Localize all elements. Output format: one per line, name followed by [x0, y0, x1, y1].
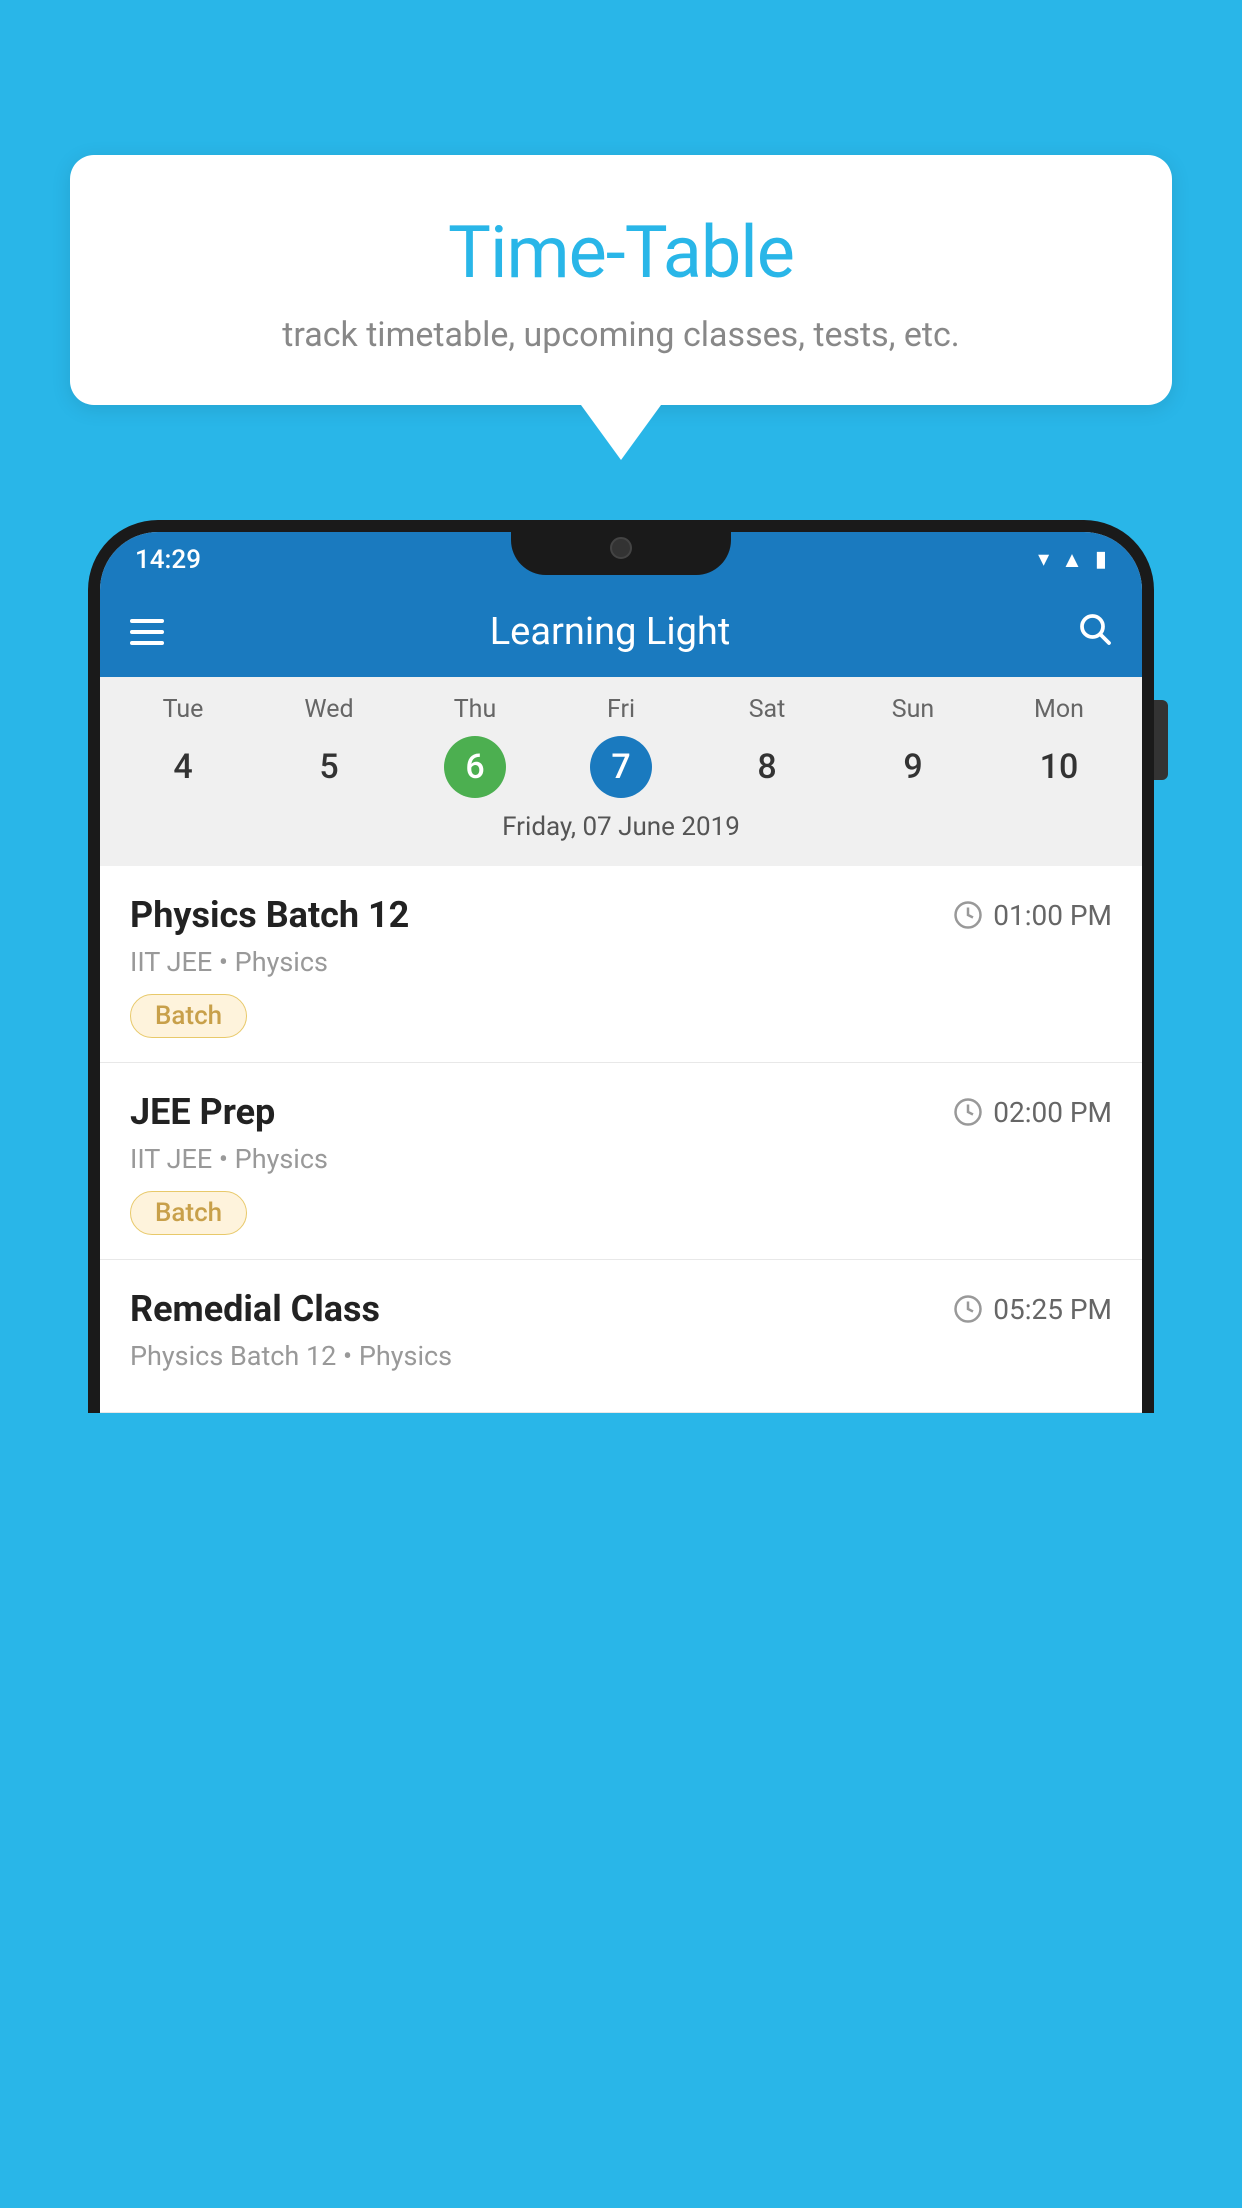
- day-number: 4: [152, 736, 214, 798]
- calendar-header: Tue 4 Wed 5 Thu 6 Fri 7 Sat 8 Sun 9 Mon 10 Friday, 07…: [100, 677, 1142, 866]
- day-col[interactable]: Mon 10: [1019, 695, 1099, 798]
- schedule-item-title: Physics Batch 12: [130, 894, 409, 936]
- schedule-list: Physics Batch 12 01:00 PM IIT JEE • Physic…: [100, 866, 1142, 1413]
- day-col[interactable]: Tue 4: [143, 695, 223, 798]
- status-icons: ▾ ▲ ▮: [1038, 547, 1107, 573]
- schedule-item-subtitle: IIT JEE • Physics: [130, 1143, 1112, 1175]
- speech-bubble-tail: [581, 405, 661, 460]
- day-name: Mon: [1034, 695, 1084, 724]
- day-number: 6: [444, 736, 506, 798]
- schedule-item-header: Physics Batch 12 01:00 PM: [130, 894, 1112, 936]
- app-title: Learning Light: [164, 610, 1056, 654]
- schedule-item[interactable]: JEE Prep 02:00 PM IIT JEE • Physics Batch: [100, 1063, 1142, 1260]
- signal-icon: ▲: [1061, 547, 1083, 573]
- clock-icon: [953, 900, 983, 930]
- day-col[interactable]: Wed 5: [289, 695, 369, 798]
- day-col[interactable]: Fri 7: [581, 695, 661, 798]
- day-name: Thu: [454, 695, 496, 724]
- schedule-item-time: 05:25 PM: [953, 1293, 1112, 1326]
- day-col[interactable]: Thu 6: [435, 695, 515, 798]
- day-name: Fri: [607, 695, 635, 724]
- schedule-item[interactable]: Remedial Class 05:25 PM Physics Batch 12 •…: [100, 1260, 1142, 1413]
- speech-bubble-container: Time-Table track timetable, upcoming cla…: [70, 155, 1172, 460]
- schedule-item[interactable]: Physics Batch 12 01:00 PM IIT JEE • Physic…: [100, 866, 1142, 1063]
- day-name: Wed: [304, 695, 353, 724]
- hamburger-line-3: [130, 641, 164, 645]
- time-text: 02:00 PM: [993, 1096, 1112, 1129]
- hamburger-line-1: [130, 619, 164, 623]
- phone-frame: 14:29 ▾ ▲ ▮ Learning Light: [88, 520, 1154, 1413]
- schedule-item-header: Remedial Class 05:25 PM: [130, 1288, 1112, 1330]
- schedule-item-subtitle: IIT JEE • Physics: [130, 946, 1112, 978]
- phone-side-button: [1154, 700, 1168, 780]
- days-row: Tue 4 Wed 5 Thu 6 Fri 7 Sat 8 Sun 9 Mon 10: [100, 695, 1142, 798]
- schedule-item-time: 01:00 PM: [953, 899, 1112, 932]
- battery-icon: ▮: [1095, 547, 1107, 572]
- phone-container: 14:29 ▾ ▲ ▮ Learning Light: [88, 520, 1154, 2208]
- day-name: Tue: [163, 695, 204, 724]
- day-name: Sun: [892, 695, 934, 724]
- clock-icon: [953, 1097, 983, 1127]
- day-number: 5: [298, 736, 360, 798]
- phone-screen: 14:29 ▾ ▲ ▮ Learning Light: [100, 532, 1142, 1413]
- schedule-item-header: JEE Prep 02:00 PM: [130, 1091, 1112, 1133]
- hamburger-line-2: [130, 630, 164, 634]
- schedule-item-title: Remedial Class: [130, 1288, 380, 1330]
- phone-camera: [610, 537, 632, 559]
- search-button[interactable]: [1076, 610, 1112, 655]
- schedule-item-time: 02:00 PM: [953, 1096, 1112, 1129]
- day-number: 7: [590, 736, 652, 798]
- day-col[interactable]: Sun 9: [873, 695, 953, 798]
- time-text: 05:25 PM: [993, 1293, 1112, 1326]
- hamburger-menu-button[interactable]: [130, 619, 164, 645]
- speech-bubble-title: Time-Table: [130, 210, 1112, 295]
- batch-tag: Batch: [130, 994, 247, 1038]
- selected-date-label: Friday, 07 June 2019: [100, 798, 1142, 858]
- time-text: 01:00 PM: [993, 899, 1112, 932]
- schedule-item-subtitle: Physics Batch 12 • Physics: [130, 1340, 1112, 1372]
- clock-icon: [953, 1294, 983, 1324]
- wifi-icon: ▾: [1038, 547, 1049, 572]
- app-bar: Learning Light: [100, 587, 1142, 677]
- status-time: 14:29: [135, 545, 201, 575]
- speech-bubble-subtitle: track timetable, upcoming classes, tests…: [130, 315, 1112, 355]
- phone-notch: [511, 520, 731, 575]
- day-name: Sat: [749, 695, 786, 724]
- batch-tag: Batch: [130, 1191, 247, 1235]
- day-number: 8: [736, 736, 798, 798]
- day-number: 9: [882, 736, 944, 798]
- day-col[interactable]: Sat 8: [727, 695, 807, 798]
- day-number: 10: [1028, 736, 1090, 798]
- speech-bubble: Time-Table track timetable, upcoming cla…: [70, 155, 1172, 405]
- schedule-item-title: JEE Prep: [130, 1091, 275, 1133]
